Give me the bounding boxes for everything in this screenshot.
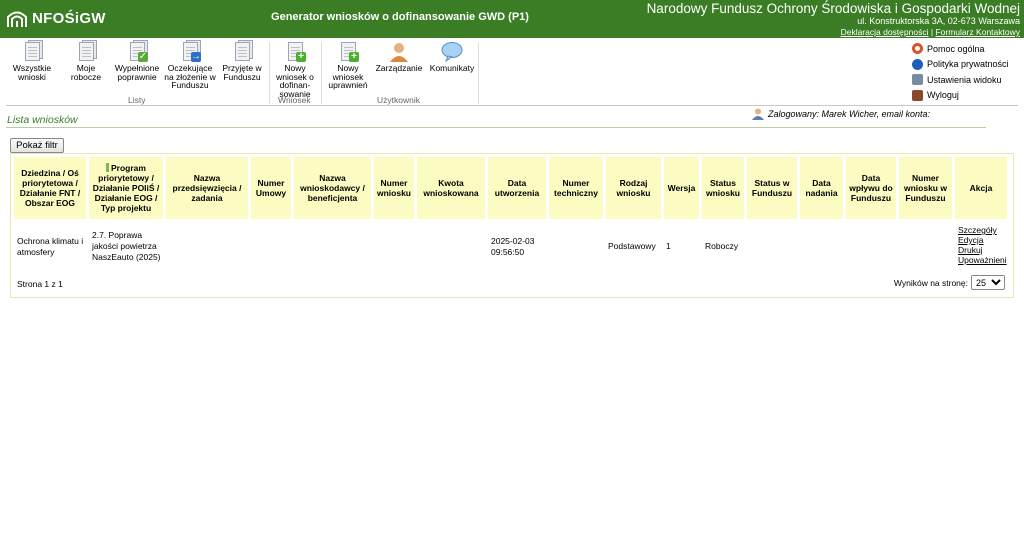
all-applications-button[interactable]: Wszystkie wnioski — [8, 40, 56, 82]
column-header-application-no[interactable]: Numer wniosku — [374, 157, 414, 219]
info-icon — [912, 58, 923, 70]
authorized-link[interactable]: Upoważnieni — [958, 255, 1014, 265]
org-name: Narodowy Fundusz Ochrony Środowiska i Go… — [646, 1, 1020, 16]
applications-table: Dziedzina / Oś priorytetowa / Działanie … — [10, 153, 1014, 298]
column-header-fund-no[interactable]: Numer wniosku w Funduszu — [899, 157, 952, 219]
column-header-received-date[interactable]: Data wpływu do Funduszu — [846, 157, 896, 219]
new-authorization-button[interactable]: + Nowy wniosek uprawnień — [326, 42, 370, 90]
column-header-status[interactable]: Status wniosku — [702, 157, 744, 219]
column-header-applicant[interactable]: Nazwa wnioskodawcy / beneficjenta — [294, 157, 371, 219]
document-stack-icon — [231, 40, 253, 62]
logged-user-text: Zalogowany: Marek Wicher, email konta: — [768, 109, 930, 119]
column-header-amount[interactable]: Kwota wnioskowana — [417, 157, 485, 219]
row-type: Podstawowy — [608, 241, 656, 251]
document-send-icon: → — [179, 40, 201, 62]
column-header-domain[interactable]: Dziedzina / Oś priorytetowa / Działanie … — [14, 157, 86, 219]
my-drafts-button[interactable]: Moje robocze — [64, 40, 108, 82]
show-filter-button[interactable]: Pokaż filtr — [10, 138, 64, 153]
org-address: ul. Konstruktorska 3A, 02-673 Warszawa — [857, 16, 1020, 26]
list-title: Lista wniosków — [7, 114, 78, 126]
messages-button[interactable]: Komunikaty — [428, 42, 476, 73]
row-version: 1 — [666, 241, 671, 251]
privacy-link-label: Polityka prywatności — [927, 59, 1009, 70]
per-page-label: Wyników na stronę: — [893, 277, 968, 288]
document-check-icon: ✓ — [126, 40, 148, 62]
settings-view-icon — [912, 74, 923, 86]
filled-correctly-button[interactable]: ✓ Wypełnione poprawnie — [112, 40, 162, 82]
row-created: 2025-02-03 09:56:50 — [491, 236, 535, 257]
new-application-button[interactable]: + Nowy wniosek o dofinan-sowanie — [272, 42, 318, 98]
speech-bubble-icon — [441, 42, 463, 63]
help-link[interactable]: Pomoc ogólna — [912, 41, 1009, 57]
logout-link-label: Wyloguj — [927, 90, 959, 101]
column-header-assigned-date[interactable]: Data nadania — [800, 157, 843, 219]
draft-document-icon — [75, 40, 97, 62]
logout-link[interactable]: Wyloguj — [912, 88, 1009, 104]
contact-form-link[interactable]: Formularz Kontaktowy — [935, 27, 1020, 37]
view-settings-link[interactable]: Ustawienia widoku — [912, 72, 1009, 88]
row-status: Roboczy — [705, 241, 739, 251]
group-label-user: Użytkownik — [377, 95, 420, 105]
ribbon-toolbar: Wszystkie wnioski Moje robocze ✓ Wypełni… — [0, 38, 1024, 106]
view-settings-link-label: Ustawienia widoku — [927, 74, 1002, 85]
user-icon — [388, 42, 410, 62]
help-link-label: Pomoc ogólna — [927, 43, 985, 54]
edit-link[interactable]: Edycja — [958, 235, 1014, 245]
logout-icon — [912, 89, 923, 101]
column-header-tech-no[interactable]: Numer techniczny — [549, 157, 603, 219]
sort-arrow-icon — [106, 163, 110, 172]
user-icon — [752, 108, 764, 120]
org-links: Deklaracja dostępności | Formularz Konta… — [647, 27, 1020, 37]
documents-icon — [21, 40, 43, 62]
accepted-label: Przyjęte w Funduszu — [222, 63, 262, 82]
accessibility-link[interactable]: Deklaracja dostępności — [841, 27, 929, 37]
new-application-label: Nowy wniosek o dofinan-sowanie — [276, 63, 314, 99]
column-header-program-label: Program priorytetowy / Działanie POIiŚ /… — [92, 163, 160, 213]
side-links: Pomoc ogólna Polityka prywatności Ustawi… — [912, 41, 1009, 103]
document-add-icon: + — [337, 42, 359, 62]
accepted-button[interactable]: Przyjęte w Funduszu — [218, 40, 266, 82]
group-label-application: Wniosek — [278, 95, 311, 105]
row-actions: Szczegóły Edycja Drukuj Upoważnieni — [958, 225, 1014, 265]
page-indicator: Strona 1 z 1 — [17, 279, 63, 289]
column-header-program[interactable]: Program priorytetowy / Działanie POIiŚ /… — [89, 157, 163, 219]
column-header-created[interactable]: Data utworzenia — [488, 157, 546, 219]
per-page-control: Wyników na stronę: 25 — [894, 275, 1005, 290]
filled-correctly-label: Wypełnione poprawnie — [114, 63, 160, 82]
awaiting-submission-button[interactable]: → Oczekujące na złożenie w Funduszu — [164, 40, 216, 90]
messages-label: Komunikaty — [429, 63, 475, 73]
group-divider — [269, 42, 270, 104]
column-header-version[interactable]: Wersja — [664, 157, 699, 219]
title-underline — [6, 127, 986, 128]
link-separator: | — [930, 27, 934, 37]
privacy-link[interactable]: Polityka prywatności — [912, 57, 1009, 73]
group-divider — [478, 42, 479, 104]
group-label-lists: Listy — [128, 95, 146, 105]
management-button[interactable]: Zarządzanie — [374, 42, 424, 73]
print-link[interactable]: Drukuj — [958, 245, 1014, 255]
help-ring-icon — [912, 43, 923, 55]
document-add-icon: + — [284, 42, 306, 62]
org-block: Narodowy Fundusz Ochrony Środowiska i Go… — [647, 1, 1020, 37]
column-header-contract-no[interactable]: Numer Umowy — [251, 157, 291, 219]
column-header-project-name[interactable]: Nazwa przedsięwzięcia / zadania — [166, 157, 248, 219]
details-link[interactable]: Szczegóły — [958, 225, 1014, 235]
row-program: 2.7. Poprawa jakości powietrza NaszEauto… — [92, 230, 161, 262]
top-bar: NFOŚiGW Generator wniosków o dofinansowa… — [0, 0, 1024, 38]
column-header-type[interactable]: Rodzaj wniosku — [606, 157, 661, 219]
logged-user-info: Zalogowany: Marek Wicher, email konta: — [752, 108, 930, 120]
new-authorization-label: Nowy wniosek uprawnień — [328, 63, 368, 90]
row-domain: Ochrona klimatu i atmosfery — [17, 236, 84, 257]
group-divider — [321, 42, 322, 104]
all-applications-label: Wszystkie wnioski — [12, 63, 52, 82]
column-header-action: Akcja — [955, 157, 1007, 219]
my-drafts-label: Moje robocze — [70, 63, 102, 82]
per-page-select[interactable]: 25 — [971, 275, 1005, 290]
awaiting-submission-label: Oczekujące na złożenie w Funduszu — [164, 63, 216, 90]
management-label: Zarządzanie — [375, 63, 423, 73]
ribbon-divider — [6, 105, 1018, 106]
column-header-fund-status[interactable]: Status w Funduszu — [747, 157, 797, 219]
